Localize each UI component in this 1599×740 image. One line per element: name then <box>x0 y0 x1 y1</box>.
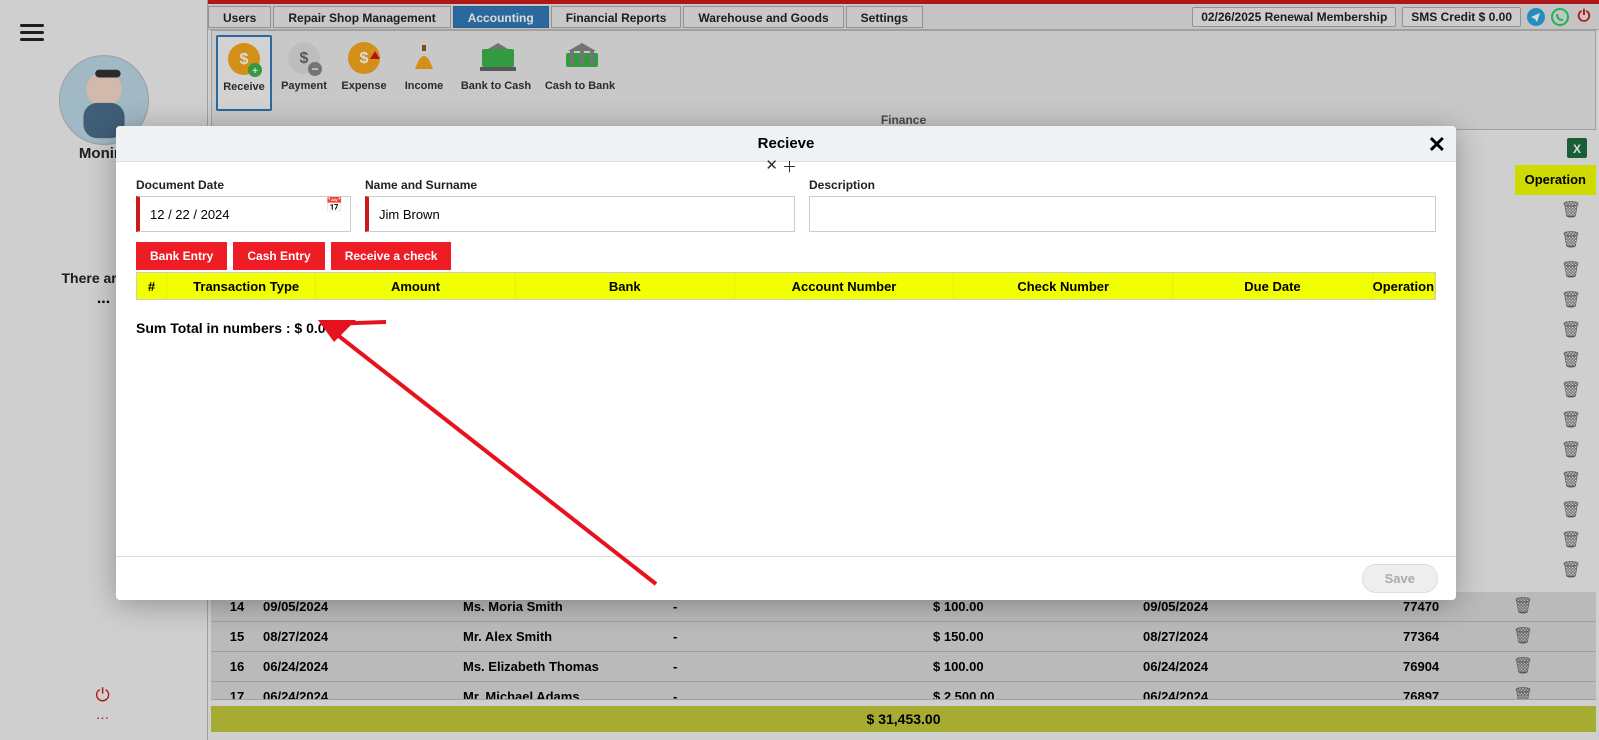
col-number: # <box>137 273 167 299</box>
description-input[interactable] <box>809 196 1436 232</box>
close-icon[interactable]: ✕ <box>1428 132 1446 158</box>
name-surname-input[interactable] <box>365 196 795 232</box>
add-name-icon[interactable]: ＋ <box>782 156 797 177</box>
sum-total-label: Sum Total in numbers : $ 0.00 <box>136 320 1436 336</box>
col-amount: Amount <box>316 273 515 299</box>
col-due-date: Due Date <box>1173 273 1372 299</box>
receive-modal: Recieve ✕ Document Date 📅 Name and Surna… <box>116 126 1456 600</box>
label-document-date: Document Date <box>136 178 351 192</box>
bank-entry-button[interactable]: Bank Entry <box>136 242 227 270</box>
label-description: Description <box>809 178 1436 192</box>
cash-entry-button[interactable]: Cash Entry <box>233 242 324 270</box>
col-account-number: Account Number <box>735 273 954 299</box>
col-bank: Bank <box>516 273 735 299</box>
document-date-input[interactable] <box>136 196 351 232</box>
clear-name-icon[interactable]: ✕ <box>765 156 778 177</box>
receive-check-button[interactable]: Receive a check <box>331 242 452 270</box>
label-name: Name and Surname <box>365 178 795 192</box>
col-check-number: Check Number <box>954 273 1173 299</box>
col-transaction-type: Transaction Type <box>167 273 317 299</box>
modal-title: Recieve <box>758 135 815 152</box>
save-button[interactable]: Save <box>1362 564 1438 593</box>
col-operation: Operation <box>1373 273 1435 299</box>
modal-table-header: # Transaction Type Amount Bank Account N… <box>136 272 1436 300</box>
annotation-arrow <box>316 314 676 594</box>
